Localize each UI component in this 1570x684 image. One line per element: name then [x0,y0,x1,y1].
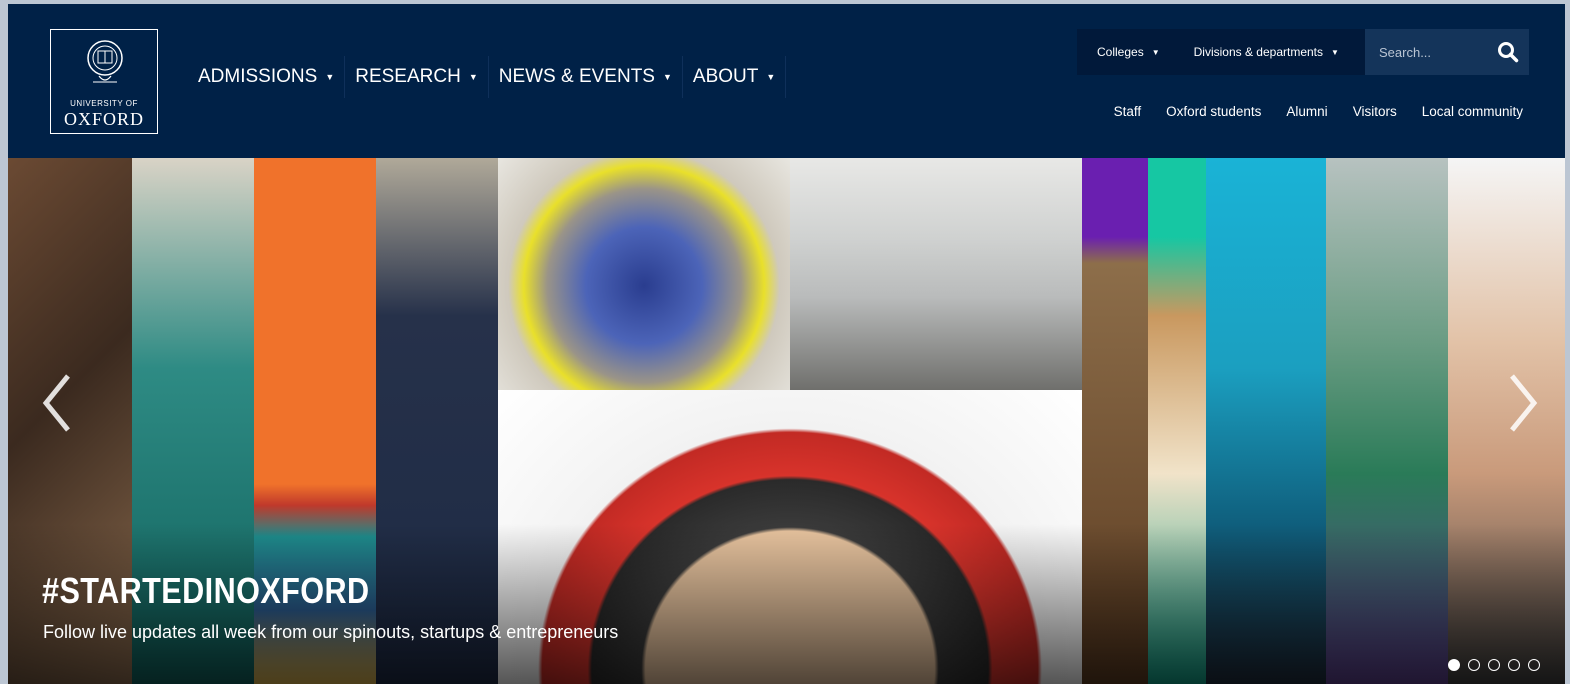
link-alumni[interactable]: Alumni [1286,104,1327,119]
caret-down-icon: ▼ [662,72,672,82]
carousel-dot-1[interactable] [1448,659,1460,671]
link-local-community[interactable]: Local community [1422,104,1523,119]
carousel-dot-4[interactable] [1508,659,1520,671]
nav-research[interactable]: RESEARCH ▼ [345,56,489,98]
search-icon[interactable] [1497,41,1519,63]
nav-about[interactable]: ABOUT ▼ [683,56,787,98]
divisions-label: Divisions & departments [1193,45,1324,59]
caret-down-icon: ▼ [1151,47,1160,57]
divisions-dropdown[interactable]: Divisions & departments ▼ [1174,45,1353,59]
caret-down-icon: ▼ [325,72,335,82]
hero-title[interactable]: #STARTEDINOXFORD [42,570,370,612]
carousel-dot-5[interactable] [1528,659,1540,671]
search-box [1365,29,1529,75]
colleges-dropdown[interactable]: Colleges ▼ [1077,45,1174,59]
link-oxford-students[interactable]: Oxford students [1166,104,1261,119]
colleges-label: Colleges [1097,45,1144,59]
chevron-left-icon[interactable] [36,368,76,438]
top-utility-bar: Colleges ▼ Divisions & departments ▼ [1077,29,1365,75]
nav-news-events[interactable]: NEWS & EVENTS ▼ [489,56,683,98]
carousel-dot-2[interactable] [1468,659,1480,671]
university-logo[interactable]: UNIVERSITY OF OXFORD [50,29,158,134]
browser-page: UNIVERSITY OF OXFORD ADMISSIONS ▼ RESEAR… [8,4,1565,684]
caret-down-icon: ▼ [468,72,478,82]
chevron-right-icon[interactable] [1504,368,1544,438]
hero-carousel[interactable]: #STARTEDINOXFORD Follow live updates all… [8,158,1565,684]
site-header: UNIVERSITY OF OXFORD ADMISSIONS ▼ RESEAR… [8,4,1565,158]
audience-navigation: Staff Oxford students Alumni Visitors Lo… [1089,104,1523,119]
logo-line-2: OXFORD [63,109,144,129]
caret-down-icon: ▼ [766,72,776,82]
main-navigation: ADMISSIONS ▼ RESEARCH ▼ NEWS & EVENTS ▼ … [188,56,787,98]
nav-research-label: RESEARCH [355,66,461,87]
logo-line-1: UNIVERSITY OF [70,99,138,108]
nav-admissions-label: ADMISSIONS [198,66,318,87]
carousel-pagination [1448,659,1548,671]
link-visitors[interactable]: Visitors [1353,104,1397,119]
hero-photo-robotcar [790,158,1082,390]
nav-about-label: ABOUT [692,66,759,87]
search-input[interactable] [1379,44,1489,60]
nav-news-events-label: NEWS & EVENTS [498,66,655,87]
link-staff[interactable]: Staff [1114,104,1142,119]
caret-down-icon: ▼ [1331,47,1339,57]
hero-subtitle: Follow live updates all week from our sp… [43,622,619,642]
nav-admissions[interactable]: ADMISSIONS ▼ [188,56,346,98]
crest-icon [87,40,123,83]
hero-photo-tunnel [498,158,790,390]
carousel-dot-3[interactable] [1488,659,1500,671]
